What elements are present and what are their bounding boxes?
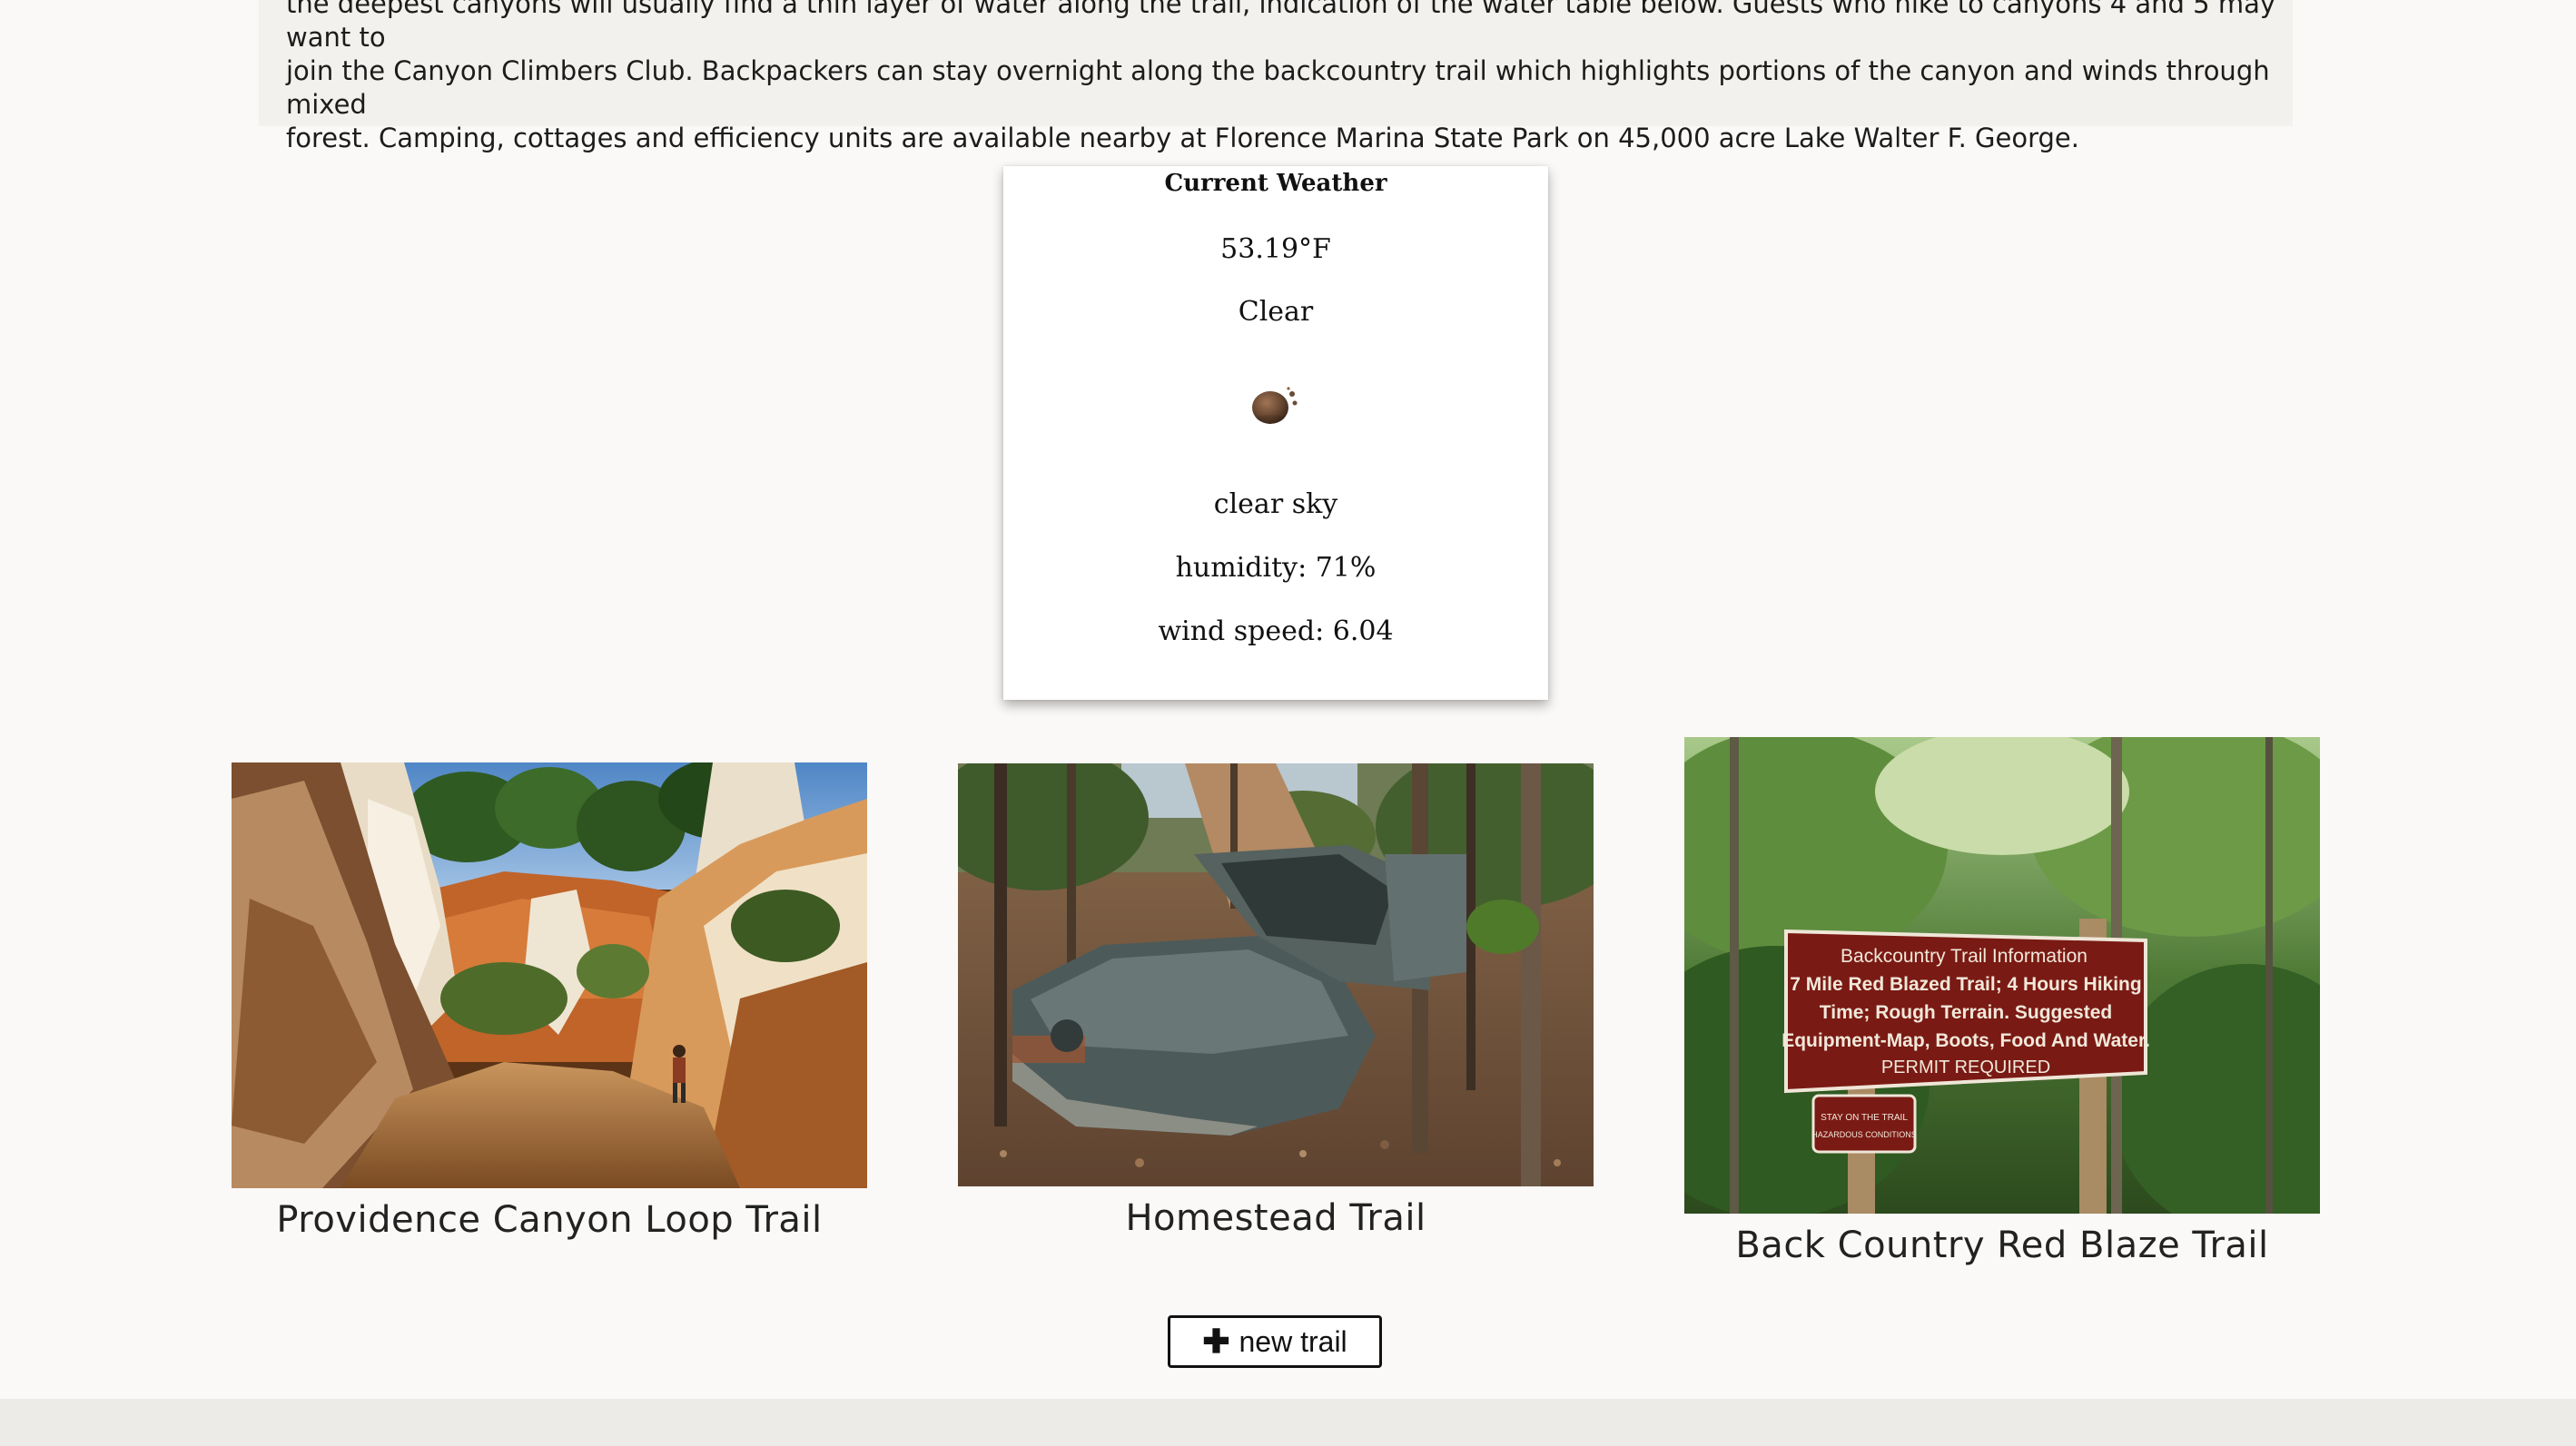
park-description-text: the deepest canyons will usually find a … bbox=[286, 0, 2276, 153]
sign-line-2: Time; Rough Terrain. Suggested bbox=[1820, 1002, 2112, 1023]
sign-line-4: PERMIT REQUIRED bbox=[1881, 1057, 2050, 1077]
trail-name[interactable]: Back Country Red Blaze Trail bbox=[1684, 1223, 2320, 1268]
weather-heading: Current Weather bbox=[1164, 170, 1387, 197]
small-sign-line-1: STAY ON THE TRAIL bbox=[1821, 1113, 1908, 1123]
trail-card-providence-canyon[interactable]: Providence Canyon Loop Trail bbox=[232, 762, 867, 1243]
weather-humidity: humidity: 71% bbox=[1175, 552, 1377, 584]
sign-line-3: Equipment-Map, Boots, Food And Water. bbox=[1781, 1030, 2150, 1051]
trail-sign-photo[interactable]: Backcountry Trail Information 7 Mile Red… bbox=[1684, 737, 2320, 1214]
abandoned-car-photo[interactable] bbox=[958, 763, 1594, 1186]
weather-temperature: 53.19°F bbox=[1220, 233, 1331, 265]
plus-icon: ✚ bbox=[1202, 1323, 1230, 1360]
weather-description: clear sky bbox=[1213, 488, 1338, 520]
canyon-photo[interactable] bbox=[232, 762, 867, 1188]
sign-title: Backcountry Trail Information bbox=[1841, 946, 2087, 967]
sign-line-1: 7 Mile Red Blazed Trail; 4 Hours Hiking bbox=[1790, 974, 2141, 995]
new-trail-label: new trail bbox=[1239, 1324, 1347, 1358]
weather-condition: Clear bbox=[1238, 296, 1314, 328]
trail-name[interactable]: Homestead Trail bbox=[958, 1195, 1594, 1241]
weather-card: Current Weather 53.19°F Clear clear sky … bbox=[1003, 166, 1548, 700]
trail-card-back-country[interactable]: Backcountry Trail Information 7 Mile Red… bbox=[1684, 737, 2320, 1268]
clear-night-icon bbox=[1249, 380, 1303, 426]
footer-bar bbox=[0, 1399, 2576, 1446]
weather-wind-speed: wind speed: 6.04 bbox=[1158, 615, 1394, 647]
new-trail-button[interactable]: ✚ new trail bbox=[1168, 1315, 1382, 1368]
park-description-panel: the deepest canyons will usually find a … bbox=[259, 0, 2293, 153]
trail-card-homestead[interactable]: Homestead Trail bbox=[958, 763, 1594, 1241]
trail-name[interactable]: Providence Canyon Loop Trail bbox=[232, 1197, 867, 1243]
small-sign-line-2: HAZARDOUS CONDITIONS bbox=[1811, 1130, 1917, 1139]
